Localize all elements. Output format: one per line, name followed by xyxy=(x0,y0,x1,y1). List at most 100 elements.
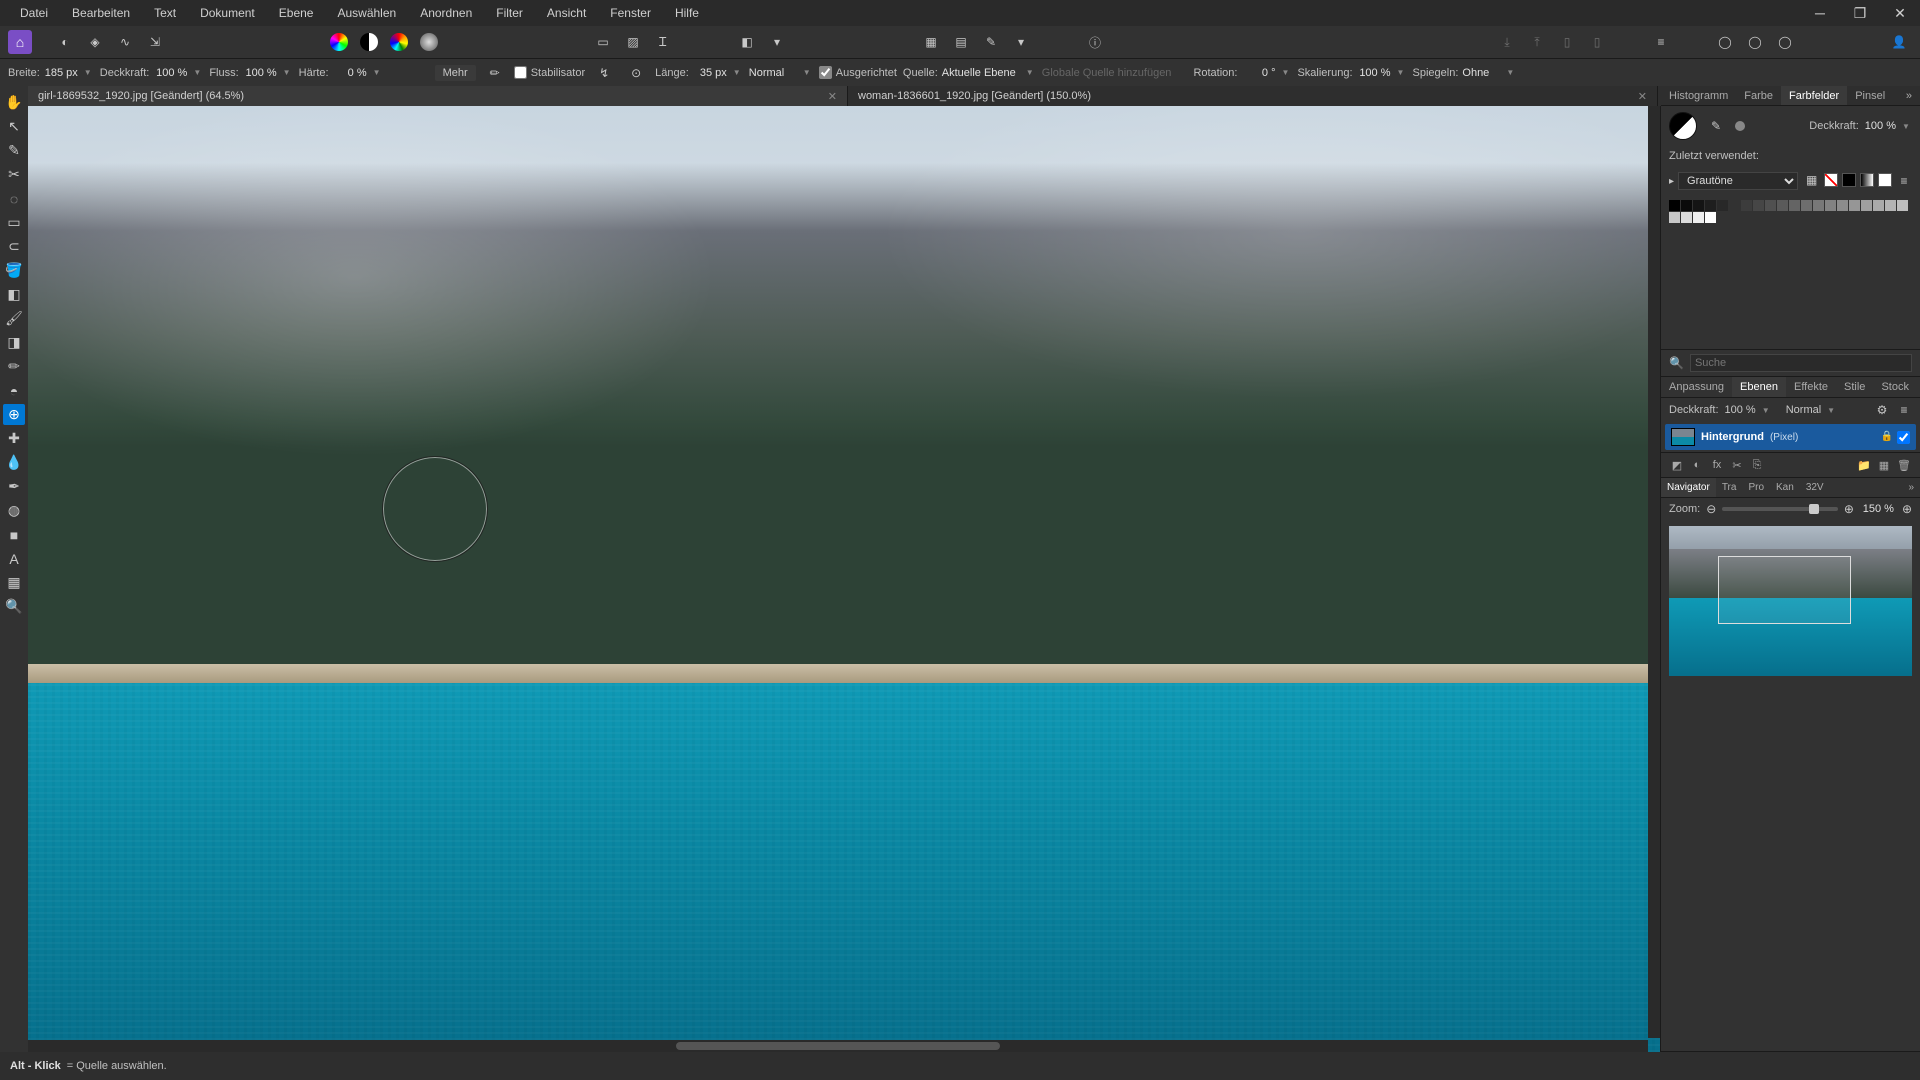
color-picker-tool-icon[interactable]: ✎ xyxy=(3,140,25,161)
mirror-drop-icon[interactable]: ▼ xyxy=(1506,68,1516,77)
hand-tool-icon[interactable]: ✋ xyxy=(3,92,25,113)
tab-overflow3-icon[interactable]: » xyxy=(1902,478,1920,497)
document-canvas[interactable] xyxy=(28,106,1660,1052)
tab-farbfelder[interactable]: Farbfelder xyxy=(1781,86,1847,105)
rotation-drop-icon[interactable]: ▼ xyxy=(1281,68,1291,77)
mask-layer-icon[interactable]: ◩ xyxy=(1669,457,1685,473)
layer-visible-checkbox[interactable] xyxy=(1897,431,1910,444)
persona-export-icon[interactable]: ⇲ xyxy=(142,29,168,55)
swatch[interactable] xyxy=(1741,200,1752,211)
swatch[interactable] xyxy=(1801,200,1812,211)
swatch-white-icon[interactable] xyxy=(1878,173,1892,187)
swatch[interactable] xyxy=(1765,200,1776,211)
tab-tra[interactable]: Tra xyxy=(1716,478,1743,497)
zoom-in-icon[interactable]: ⊕ xyxy=(1844,502,1854,516)
marquee-tool-icon[interactable]: ▭ xyxy=(3,212,25,233)
dodge-tool-icon[interactable]: ◓ xyxy=(3,380,25,401)
menu-anordnen[interactable]: Anordnen xyxy=(408,2,484,24)
layer-opacity-value[interactable]: 100 % xyxy=(1725,404,1756,416)
width-drop-icon[interactable]: ▼ xyxy=(84,68,94,77)
canvas-horizontal-scrollbar-thumb[interactable] xyxy=(676,1042,1000,1050)
canvas-area[interactable] xyxy=(28,106,1660,1052)
close-icon[interactable]: ✕ xyxy=(1880,0,1920,26)
layer-menu-icon[interactable]: ≡ xyxy=(1896,402,1912,418)
source-value[interactable]: Aktuelle Ebene xyxy=(942,67,1022,79)
opacity-value[interactable]: 100 % xyxy=(153,67,189,79)
tab-pro[interactable]: Pro xyxy=(1742,478,1770,497)
pencil-tool-icon[interactable]: ✏ xyxy=(3,356,25,377)
selection-brush-tool-icon[interactable]: ◌ xyxy=(3,188,25,209)
account-icon[interactable]: 👤 xyxy=(1886,29,1912,55)
swatch-mid-icon[interactable] xyxy=(1860,173,1874,187)
opacity-drop-icon[interactable]: ▼ xyxy=(193,68,203,77)
healing-tool-icon[interactable]: ✚ xyxy=(3,428,25,449)
swatch[interactable] xyxy=(1885,200,1896,211)
quicklook-icon[interactable]: ◧ xyxy=(734,29,760,55)
rope-mode-icon[interactable]: ↯ xyxy=(591,60,617,86)
source-drop-icon[interactable]: ▼ xyxy=(1026,68,1036,77)
group-layer-icon[interactable]: 📁 xyxy=(1856,457,1872,473)
hardness-value[interactable]: 0 % xyxy=(333,67,369,79)
tab-kan[interactable]: Kan xyxy=(1770,478,1800,497)
menu-ansicht[interactable]: Ansicht xyxy=(535,2,598,24)
swatch[interactable] xyxy=(1777,200,1788,211)
navigator-preview[interactable] xyxy=(1669,526,1912,676)
eyedropper-icon[interactable]: ✎ xyxy=(1703,113,1729,139)
flood-tool-icon[interactable]: 🪣 xyxy=(3,260,25,281)
delete-layer-icon[interactable]: 🗑 xyxy=(1896,457,1912,473)
color-hue-icon[interactable] xyxy=(386,29,412,55)
flow-drop-icon[interactable]: ▼ xyxy=(283,68,293,77)
swatch[interactable] xyxy=(1717,200,1728,211)
navigator-viewport-rect[interactable] xyxy=(1718,556,1852,624)
minimize-icon[interactable]: ─ xyxy=(1800,0,1840,26)
swatch[interactable] xyxy=(1789,200,1800,211)
layer-opacity-drop-icon[interactable]: ▼ xyxy=(1762,406,1772,415)
sponge-tool-icon[interactable]: ◍ xyxy=(3,500,25,521)
document-tab-1-close-icon[interactable]: ✕ xyxy=(828,90,837,103)
blend-drop-icon[interactable]: ▼ xyxy=(803,68,813,77)
layer-lock-icon[interactable]: 🔒 xyxy=(1881,431,1893,444)
tab-32v[interactable]: 32V xyxy=(1800,478,1830,497)
lasso-tool-icon[interactable]: ⊂ xyxy=(3,236,25,257)
document-tab-2-close-icon[interactable]: ✕ xyxy=(1638,90,1647,103)
menu-fenster[interactable]: Fenster xyxy=(598,2,663,24)
swatch[interactable] xyxy=(1813,200,1824,211)
erase-tool-icon[interactable]: ◨ xyxy=(3,332,25,353)
zoom-slider-knob[interactable] xyxy=(1809,504,1819,514)
info-icon[interactable]: ⓘ xyxy=(1082,29,1108,55)
mesh-tool-icon[interactable]: ▦ xyxy=(3,572,25,593)
persona-photo-icon[interactable]: ◐ xyxy=(52,29,78,55)
canvas-vertical-scrollbar[interactable] xyxy=(1648,106,1660,1038)
layer-row[interactable]: Hintergrund (Pixel) 🔒 xyxy=(1665,424,1916,450)
selection-cursor-icon[interactable]: Ꮖ xyxy=(650,29,676,55)
tab-stock[interactable]: Stock xyxy=(1873,377,1917,397)
persona-develop-icon[interactable]: ∿ xyxy=(112,29,138,55)
mirror-value[interactable]: Ohne xyxy=(1462,67,1502,79)
tab-overflow-icon[interactable]: » xyxy=(1898,86,1920,105)
text-tool-icon[interactable]: A xyxy=(3,548,25,569)
live-group2-icon[interactable]: ◯ xyxy=(1742,29,1768,55)
tab-histogramm[interactable]: Histogramm xyxy=(1661,86,1736,105)
tab-navigator[interactable]: Navigator xyxy=(1661,478,1716,497)
color-rgb-icon[interactable] xyxy=(326,29,352,55)
more-button[interactable]: Mehr xyxy=(435,65,476,81)
swatch-opacity-drop-icon[interactable]: ▼ xyxy=(1902,122,1912,131)
crop-tool-icon[interactable]: ✂ xyxy=(3,164,25,185)
zoom-tool-icon[interactable]: 🔍 xyxy=(3,596,25,617)
search-input[interactable] xyxy=(1690,354,1912,372)
swatch[interactable] xyxy=(1693,212,1704,223)
zoom-slider[interactable] xyxy=(1722,507,1838,511)
aligned-checkbox[interactable] xyxy=(819,66,832,79)
swatch-opacity-value[interactable]: 100 % xyxy=(1865,120,1896,132)
hardness-drop-icon[interactable]: ▼ xyxy=(373,68,383,77)
foreground-background-swatch-icon[interactable] xyxy=(1669,112,1697,140)
clone-stamp-tool-icon[interactable]: ⊕ xyxy=(3,404,25,425)
paint-brush-tool-icon[interactable]: 🖌 xyxy=(3,308,25,329)
tab-ebenen[interactable]: Ebenen xyxy=(1732,377,1786,397)
swatch[interactable] xyxy=(1681,200,1692,211)
pen-tool-icon[interactable]: ✒ xyxy=(3,476,25,497)
layer-blend-drop-icon[interactable]: ▼ xyxy=(1827,406,1837,415)
add-layer-icon[interactable]: ▦ xyxy=(1876,457,1892,473)
layer-options-icon[interactable]: ⚙ xyxy=(1874,402,1890,418)
rectangle-tool-icon[interactable]: ■ xyxy=(3,524,25,545)
